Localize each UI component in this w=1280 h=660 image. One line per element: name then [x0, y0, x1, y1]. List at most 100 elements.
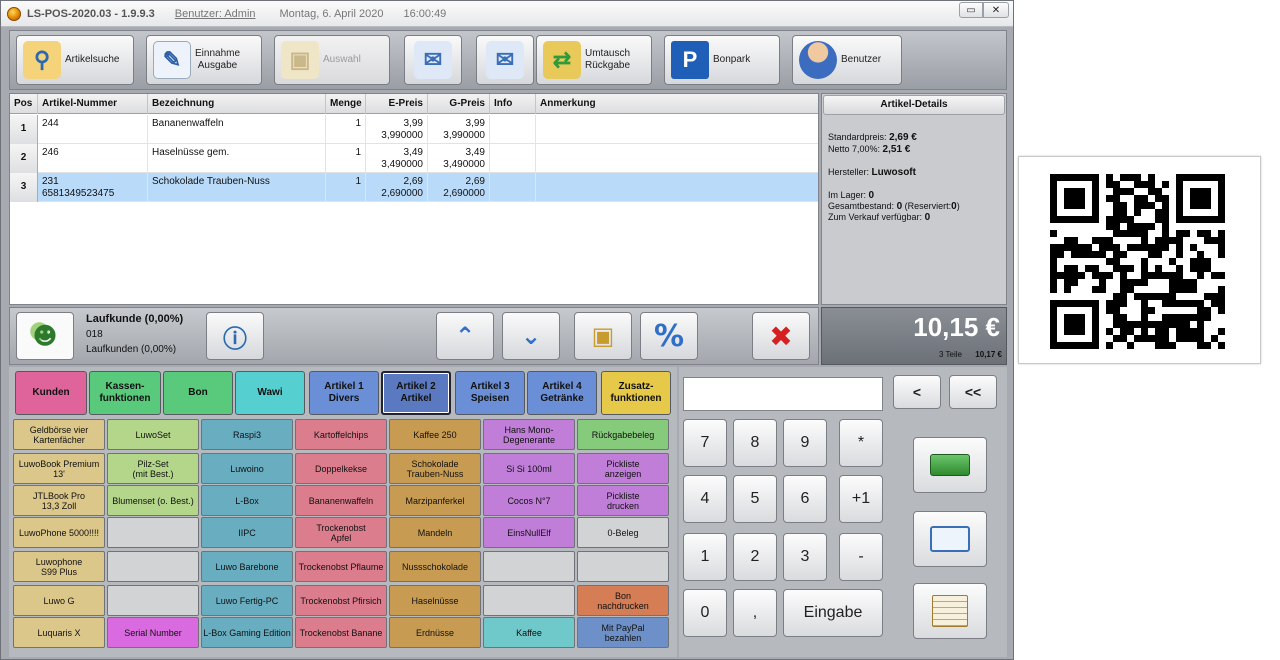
article-button[interactable]: [107, 517, 199, 548]
article-button[interactable]: Mandeln: [389, 517, 481, 548]
article-button[interactable]: Nussschokolade: [389, 551, 481, 582]
column-header[interactable]: Menge: [326, 94, 366, 114]
key-minus[interactable]: -: [839, 533, 883, 581]
table-row[interactable]: 1 244 Bananenwaffeln 1 3,99 3,990000 3,99…: [10, 115, 818, 144]
discount-button[interactable]: %: [640, 312, 698, 360]
article-button[interactable]: Schokolade Trauben-Nuss: [389, 453, 481, 484]
article-button[interactable]: Kaffee 250: [389, 419, 481, 450]
category-tab[interactable]: Zusatz- funktionen: [601, 371, 671, 415]
column-header[interactable]: E-Preis: [366, 94, 428, 114]
article-button[interactable]: Luwophone S99 Plus: [13, 551, 105, 582]
article-info-button[interactable]: ▣: [574, 312, 632, 360]
selection-button[interactable]: ▣ Auswahl: [274, 35, 390, 85]
customer-info-button[interactable]: ⓘ: [206, 312, 264, 360]
move-down-button[interactable]: ⌄: [502, 312, 560, 360]
key-comma[interactable]: ,: [733, 589, 777, 637]
table-row[interactable]: 2 246 Haselnüsse gem. 1 3,49 3,490000 3,4…: [10, 144, 818, 173]
article-button[interactable]: Luwo Fertig-PC: [201, 585, 293, 616]
category-tab[interactable]: Artikel 1 Divers: [309, 371, 379, 415]
key-6[interactable]: 6: [783, 475, 827, 523]
article-button[interactable]: LuwoPhone 5000!!!!: [13, 517, 105, 548]
key-5[interactable]: 5: [733, 475, 777, 523]
article-button[interactable]: Kaffee: [483, 617, 575, 648]
article-button[interactable]: Serial Number: [107, 617, 199, 648]
article-button[interactable]: Geldbörse vier Kartenfächer: [13, 419, 105, 450]
article-button[interactable]: 0-Beleg: [577, 517, 669, 548]
minimize-button[interactable]: ▭: [959, 2, 983, 18]
key-2[interactable]: 2: [733, 533, 777, 581]
article-button[interactable]: Pickliste anzeigen: [577, 453, 669, 484]
clear-all-button[interactable]: <<: [949, 375, 997, 409]
category-tab-selected[interactable]: Artikel 2 Artikel: [381, 371, 451, 415]
article-button[interactable]: Erdnüsse: [389, 617, 481, 648]
article-button[interactable]: LuwoBook Premium 13': [13, 453, 105, 484]
article-button[interactable]: L-Box: [201, 485, 293, 516]
article-button[interactable]: Mit PayPal bezahlen: [577, 617, 669, 648]
close-button[interactable]: ✕: [983, 2, 1009, 18]
category-tab[interactable]: Wawi: [235, 371, 305, 415]
article-button[interactable]: Marzipanferkel: [389, 485, 481, 516]
article-button[interactable]: Trockenobst Banane: [295, 617, 387, 648]
category-tab[interactable]: Artikel 3 Speisen: [455, 371, 525, 415]
article-button[interactable]: Trockenobst Apfel: [295, 517, 387, 548]
column-header[interactable]: Info: [490, 94, 536, 114]
article-button[interactable]: JTLBook Pro 13,3 Zoll: [13, 485, 105, 516]
article-button[interactable]: Luwoino: [201, 453, 293, 484]
article-button[interactable]: Luwo Barebone: [201, 551, 293, 582]
category-tab[interactable]: Kunden: [15, 371, 87, 415]
article-button[interactable]: LuwoSet: [107, 419, 199, 450]
key-9[interactable]: 9: [783, 419, 827, 467]
article-button[interactable]: Cocos N°7: [483, 485, 575, 516]
bonpark-button[interactable]: P Bonpark: [664, 35, 780, 85]
key-8[interactable]: 8: [733, 419, 777, 467]
article-button[interactable]: [483, 551, 575, 582]
column-header[interactable]: G-Preis: [428, 94, 490, 114]
article-button[interactable]: Luwo G: [13, 585, 105, 616]
article-button[interactable]: EinsNullElf: [483, 517, 575, 548]
article-button[interactable]: L-Box Gaming Edition: [201, 617, 293, 648]
article-button[interactable]: IIPC: [201, 517, 293, 548]
article-button[interactable]: [107, 585, 199, 616]
category-tab[interactable]: Bon: [163, 371, 233, 415]
key-plus-one[interactable]: +1: [839, 475, 883, 523]
category-tab[interactable]: Kassen- funktionen: [89, 371, 161, 415]
article-button[interactable]: Hans Mono- Degenerante: [483, 419, 575, 450]
article-button[interactable]: [107, 551, 199, 582]
key-4[interactable]: 4: [683, 475, 727, 523]
article-button[interactable]: Trockenobst Pflaume: [295, 551, 387, 582]
article-button[interactable]: Pickliste drucken: [577, 485, 669, 516]
article-button[interactable]: Doppelkekse: [295, 453, 387, 484]
category-tab[interactable]: Artikel 4 Getränke: [527, 371, 597, 415]
table-row-selected[interactable]: 3 231 6581349523475 Schokolade Trauben-Nu…: [10, 173, 818, 202]
column-header[interactable]: Pos: [10, 94, 38, 114]
backspace-button[interactable]: <: [893, 375, 941, 409]
article-button[interactable]: Pilz-Set (mit Best.): [107, 453, 199, 484]
article-button[interactable]: [577, 551, 669, 582]
key-0[interactable]: 0: [683, 589, 727, 637]
column-header[interactable]: Anmerkung: [536, 94, 818, 114]
column-header[interactable]: Artikel-Nummer: [38, 94, 148, 114]
article-button[interactable]: Kartoffelchips: [295, 419, 387, 450]
column-header[interactable]: Bezeichnung: [148, 94, 326, 114]
article-button[interactable]: Bon nachdrucken: [577, 585, 669, 616]
cash-payment-button[interactable]: [913, 437, 987, 493]
article-button[interactable]: Si Si 100ml: [483, 453, 575, 484]
customers-button[interactable]: ☻: [16, 312, 74, 360]
key-1[interactable]: 1: [683, 533, 727, 581]
mail-in-button[interactable]: ✉: [404, 35, 462, 85]
article-button[interactable]: Raspi3: [201, 419, 293, 450]
key-7[interactable]: 7: [683, 419, 727, 467]
key-multiply[interactable]: *: [839, 419, 883, 467]
article-button[interactable]: Trockenobst Pfirsich: [295, 585, 387, 616]
receipt-button[interactable]: [913, 583, 987, 639]
move-up-button[interactable]: ⌃: [436, 312, 494, 360]
article-button[interactable]: Haselnüsse: [389, 585, 481, 616]
article-button[interactable]: Blumenset (o. Best.): [107, 485, 199, 516]
article-button[interactable]: Bananenwaffeln: [295, 485, 387, 516]
current-user-link[interactable]: Benutzer: Admin: [175, 8, 256, 20]
exchange-return-button[interactable]: ⇄ Umtausch Rückgabe: [536, 35, 652, 85]
article-button[interactable]: [483, 585, 575, 616]
user-button[interactable]: Benutzer: [792, 35, 902, 85]
delete-item-button[interactable]: ✖: [752, 312, 810, 360]
income-expense-button[interactable]: ✎ Einnahme Ausgabe: [146, 35, 262, 85]
